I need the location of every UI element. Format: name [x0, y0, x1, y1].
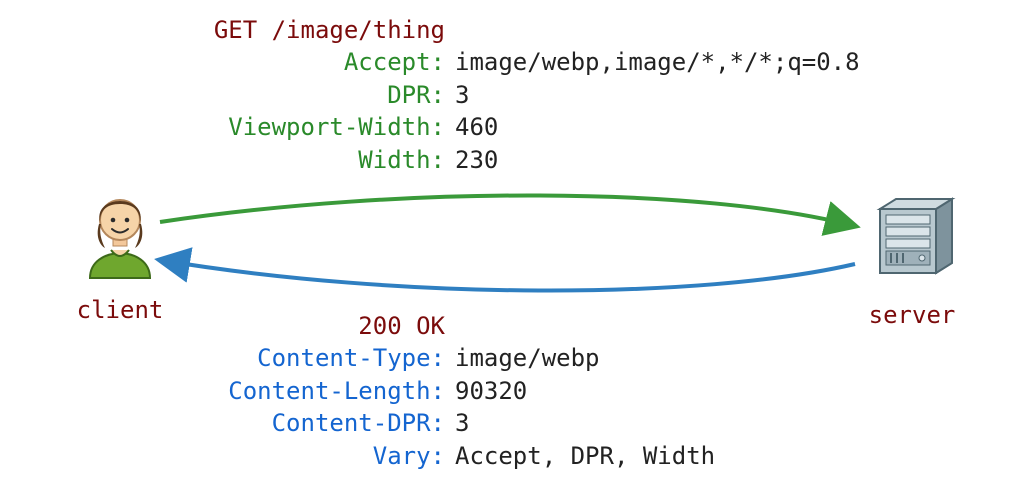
- response-status-line: 200 OK: [200, 310, 900, 342]
- request-line: GET /image/thing: [200, 14, 900, 46]
- response-header-content-type: Content-Type: image/webp: [200, 342, 900, 374]
- client-area: client: [60, 190, 180, 327]
- header-name: Vary:: [200, 440, 445, 472]
- http-request-block: GET /image/thing Accept: image/webp,imag…: [200, 14, 900, 176]
- http-response-block: 200 OK Content-Type: image/webp Content-…: [200, 310, 900, 472]
- diagram-stage: GET /image/thing Accept: image/webp,imag…: [0, 0, 1012, 502]
- header-name: Content-Type:: [200, 342, 445, 374]
- request-header-viewport-width: Viewport-Width: 460: [200, 111, 900, 143]
- server-area: server: [852, 195, 972, 332]
- request-header-dpr: DPR: 3: [200, 79, 900, 111]
- header-name: Content-Length:: [200, 375, 445, 407]
- header-value: 460: [445, 111, 498, 143]
- header-value: image/webp: [445, 342, 600, 374]
- response-status: 200 OK: [200, 310, 445, 342]
- header-value: 90320: [445, 375, 527, 407]
- header-name: Content-DPR:: [200, 407, 445, 439]
- header-name: DPR:: [200, 79, 445, 111]
- header-value: 3: [445, 79, 469, 111]
- header-value: 3: [445, 407, 469, 439]
- header-name: Accept:: [200, 46, 445, 78]
- header-value: 230: [445, 144, 498, 176]
- server-icon: [862, 195, 962, 285]
- response-arrow: [160, 260, 855, 291]
- server-label: server: [852, 299, 972, 331]
- header-value: Accept, DPR, Width: [445, 440, 715, 472]
- header-name: Viewport-Width:: [200, 111, 445, 143]
- response-header-content-dpr: Content-DPR: 3: [200, 407, 900, 439]
- client-label: client: [60, 294, 180, 326]
- request-header-width: Width: 230: [200, 144, 900, 176]
- request-method-path: GET /image/thing: [200, 14, 445, 46]
- request-header-accept: Accept: image/webp,image/*,*/*;q=0.8: [200, 46, 900, 78]
- response-header-content-length: Content-Length: 90320: [200, 375, 900, 407]
- header-name: Width:: [200, 144, 445, 176]
- request-arrow: [160, 195, 855, 226]
- client-icon: [75, 190, 165, 280]
- response-header-vary: Vary: Accept, DPR, Width: [200, 440, 900, 472]
- header-value: image/webp,image/*,*/*;q=0.8: [445, 46, 860, 78]
